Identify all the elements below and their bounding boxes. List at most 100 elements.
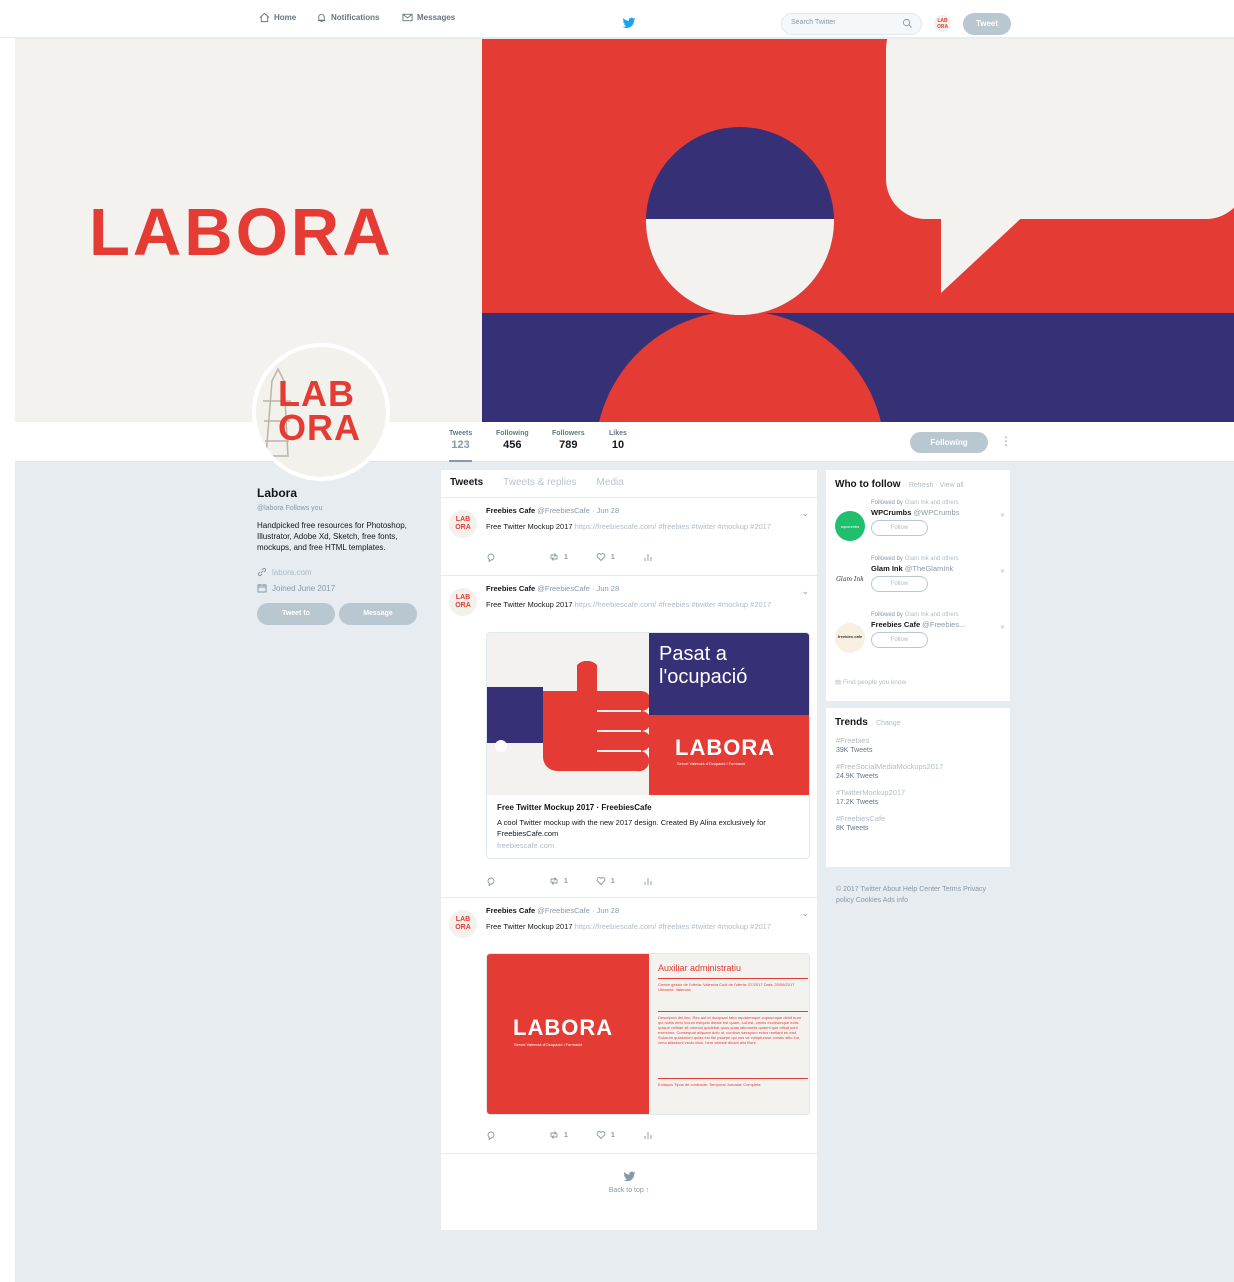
search-placeholder: Search Twitter xyxy=(791,19,836,26)
dismiss-icon[interactable]: ✕ xyxy=(1000,568,1005,575)
stat-likes[interactable]: Likes 10 xyxy=(609,430,627,451)
nav-home-label: Home xyxy=(274,13,297,22)
card-logo-text: LABORA xyxy=(675,735,776,760)
retweet-action[interactable]: 1 xyxy=(549,1130,568,1140)
reply-action[interactable] xyxy=(486,876,501,886)
suggestion-handle[interactable]: @Freebies... xyxy=(922,620,965,629)
follow-button[interactable]: Follow xyxy=(871,520,928,536)
tweet-avatar[interactable]: LAB ORA xyxy=(449,510,477,538)
find-people-label: Find people you know xyxy=(842,679,907,686)
who-to-follow-refresh[interactable]: · Refresh · View all xyxy=(905,482,964,489)
nav-home[interactable]: Home xyxy=(259,12,296,23)
job-image-card[interactable]: LABORA Servei Valencià d'Ocupació i Form… xyxy=(486,953,810,1115)
card-headline: Pasat a l'ocupació xyxy=(659,643,747,689)
back-to-top-label: Back to top ↑ xyxy=(608,1187,650,1194)
nav-notifications[interactable]: Notifications xyxy=(316,12,379,23)
stat-following[interactable]: Following 456 xyxy=(496,430,529,451)
tweet-to-button[interactable]: Tweet to xyxy=(257,603,335,625)
twitter-bird-icon[interactable] xyxy=(622,16,636,30)
compose-tweet-button[interactable]: Tweet xyxy=(963,13,1011,35)
job-card-details: Centre gestor de l'oferta: Valencia Codi… xyxy=(658,982,795,992)
dismiss-icon[interactable]: ✕ xyxy=(1000,624,1005,631)
followed-by-names[interactable]: Glam Ink and others xyxy=(905,612,959,618)
tweet-link[interactable]: https://freebiescafe.com/ #freebies #twi… xyxy=(575,922,771,931)
follow-button[interactable]: Follow xyxy=(871,576,928,592)
tweet-author-handle[interactable]: @FreebiesCafe · Jun 28 xyxy=(537,906,619,915)
search-icon[interactable] xyxy=(902,18,913,29)
followed-by-names[interactable]: Glam Ink and others xyxy=(905,500,959,506)
analytics-action[interactable] xyxy=(643,552,653,562)
tab-tweets-replies[interactable]: Tweets & replies xyxy=(503,477,576,490)
find-people[interactable]: ▤ Find people you know xyxy=(835,678,906,686)
tweet-item[interactable]: LAB ORA Freebies Cafe @FreebiesCafe · Ju… xyxy=(441,898,817,1154)
tweet-text: Free Twitter Mockup 2017 xyxy=(486,522,573,531)
tweet-link[interactable]: https://freebiescafe.com/ #freebies #twi… xyxy=(575,600,771,609)
analytics-icon xyxy=(644,554,652,561)
following-button[interactable]: Following xyxy=(910,432,988,453)
trend-item[interactable]: #FreeSocialMediaMockups2017 24.9K Tweets xyxy=(826,762,1010,780)
tweet-actions: 1 1 xyxy=(486,552,653,562)
timeline: Tweets Tweets & replies Media LAB ORA Fr… xyxy=(441,470,817,1230)
timeline-tabs: Tweets Tweets & replies Media xyxy=(441,470,817,498)
tweet-actions: 1 1 xyxy=(486,876,653,886)
account-avatar[interactable]: LAB ORA xyxy=(934,15,951,32)
suggestion-avatar[interactable]: freebies cafe xyxy=(835,623,865,653)
suggestion-name[interactable]: WPCrumbs xyxy=(871,508,911,517)
chevron-down-icon[interactable]: ⌄ xyxy=(801,908,809,919)
site-footer[interactable]: © 2017 Twitter About Help Center Terms P… xyxy=(836,884,996,906)
suggestion-avatar[interactable]: Glam Ink xyxy=(835,567,865,597)
profile-avatar[interactable]: LAB ORA xyxy=(252,343,390,481)
tweet-avatar[interactable]: LAB ORA xyxy=(449,588,477,616)
followed-by-names[interactable]: Glam Ink and others xyxy=(905,556,959,562)
stat-tweets[interactable]: Tweets 123 xyxy=(449,430,473,462)
job-card-divider xyxy=(658,978,808,979)
stat-followers[interactable]: Followers 789 xyxy=(552,430,585,451)
profile-website[interactable]: labora.com xyxy=(257,567,422,577)
retweet-action[interactable]: 1 xyxy=(549,552,568,562)
tab-media[interactable]: Media xyxy=(597,477,624,490)
follow-button[interactable]: Follow xyxy=(871,632,928,648)
search-input[interactable]: Search Twitter xyxy=(781,13,922,35)
tweet-author-handle[interactable]: @FreebiesCafe · Jun 28 xyxy=(537,506,619,515)
like-action[interactable]: 1 xyxy=(596,876,615,886)
message-button[interactable]: Message xyxy=(339,603,417,625)
trend-item[interactable]: #Freebies 39K Tweets xyxy=(826,736,1010,754)
nav-messages[interactable]: Messages xyxy=(402,12,455,23)
back-to-top[interactable]: Back to top ↑ xyxy=(441,1170,817,1194)
chevron-down-icon[interactable]: ⌄ xyxy=(801,508,809,519)
tweet-item[interactable]: LAB ORA Freebies Cafe @FreebiesCafe · Ju… xyxy=(441,498,817,576)
analytics-action[interactable] xyxy=(643,1130,653,1140)
retweet-action[interactable]: 1 xyxy=(549,876,568,886)
reply-icon xyxy=(487,1131,495,1140)
analytics-action[interactable] xyxy=(643,876,653,886)
suggestion-handle[interactable]: @TheGlamInk xyxy=(905,564,953,573)
like-action[interactable]: 1 xyxy=(596,1130,615,1140)
like-action[interactable]: 1 xyxy=(596,552,615,562)
suggestion-name[interactable]: Freebies Cafe xyxy=(871,620,920,629)
trends-change[interactable]: · Change xyxy=(872,720,901,727)
home-icon xyxy=(259,12,270,23)
banner-illustration xyxy=(482,39,1234,422)
tweet-text: Free Twitter Mockup 2017 xyxy=(486,922,573,931)
link-card[interactable]: Pasat a l'ocupació LABORA Servei Valenci… xyxy=(486,632,810,859)
suggestion-avatar[interactable]: wpcrumbs xyxy=(835,511,865,541)
tweet-author-handle[interactable]: @FreebiesCafe · Jun 28 xyxy=(537,584,619,593)
tweet-author-name[interactable]: Freebies Cafe xyxy=(486,906,535,915)
suggestion-name[interactable]: Glam Ink xyxy=(871,564,903,573)
reply-action[interactable] xyxy=(486,552,501,562)
card-description: A cool Twitter mockup with the new 2017 … xyxy=(497,818,766,838)
profile-joined-text: Joined June 2017 xyxy=(272,583,336,593)
dismiss-icon[interactable]: ✕ xyxy=(1000,512,1005,519)
trend-item[interactable]: #TwitterMockup2017 17.2K Tweets xyxy=(826,788,1010,806)
more-options-icon[interactable]: ⋮ xyxy=(1000,434,1012,448)
trend-item[interactable]: #FreebiesCafe 8K Tweets xyxy=(826,814,1010,832)
tab-tweets[interactable]: Tweets xyxy=(450,477,483,490)
tweet-item[interactable]: LAB ORA Freebies Cafe @FreebiesCafe · Ju… xyxy=(441,576,817,898)
reply-action[interactable] xyxy=(486,1130,501,1140)
suggestion-handle[interactable]: @WPCrumbs xyxy=(914,508,960,517)
tweet-avatar[interactable]: LAB ORA xyxy=(449,910,477,938)
chevron-down-icon[interactable]: ⌄ xyxy=(801,586,809,597)
tweet-author-name[interactable]: Freebies Cafe xyxy=(486,584,535,593)
tweet-link[interactable]: https://freebiescafe.com/ #freebies #twi… xyxy=(575,522,771,531)
tweet-author-name[interactable]: Freebies Cafe xyxy=(486,506,535,515)
